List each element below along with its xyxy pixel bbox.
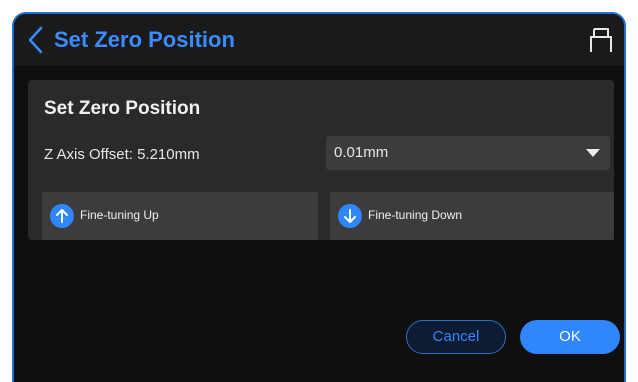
- step-size-value: 0.01mm: [334, 144, 389, 161]
- fine-tuning-down-label: Fine-tuning Down: [368, 208, 463, 222]
- fine-tuning-up-button[interactable]: Fine-tuning Up: [42, 192, 318, 240]
- fine-tuning-down-button[interactable]: Fine-tuning Down: [330, 192, 614, 240]
- zero-position-panel: Set Zero Position Z Axis Offset: 5.210mm…: [28, 80, 614, 240]
- ok-button[interactable]: OK: [520, 320, 620, 354]
- fine-tuning-up-label: Fine-tuning Up: [80, 208, 159, 222]
- page-title: Set Zero Position: [54, 27, 235, 52]
- dropdown-arrow-icon: [586, 149, 600, 157]
- device-screen: Set Zero Position Set Zero Position Z Ax…: [12, 12, 626, 382]
- z-axis-offset-label: Z Axis Offset: 5.210mm: [44, 146, 200, 163]
- back-button[interactable]: [26, 24, 46, 56]
- cancel-button[interactable]: Cancel: [406, 320, 506, 354]
- top-bar: Set Zero Position: [14, 14, 624, 66]
- printer-icon[interactable]: [588, 26, 614, 54]
- arrow-up-icon: [50, 204, 74, 228]
- arrow-down-icon: [338, 204, 362, 228]
- step-size-select[interactable]: 0.01mm: [326, 136, 610, 170]
- panel-title: Set Zero Position: [44, 98, 201, 119]
- chevron-left-icon: [28, 26, 43, 54]
